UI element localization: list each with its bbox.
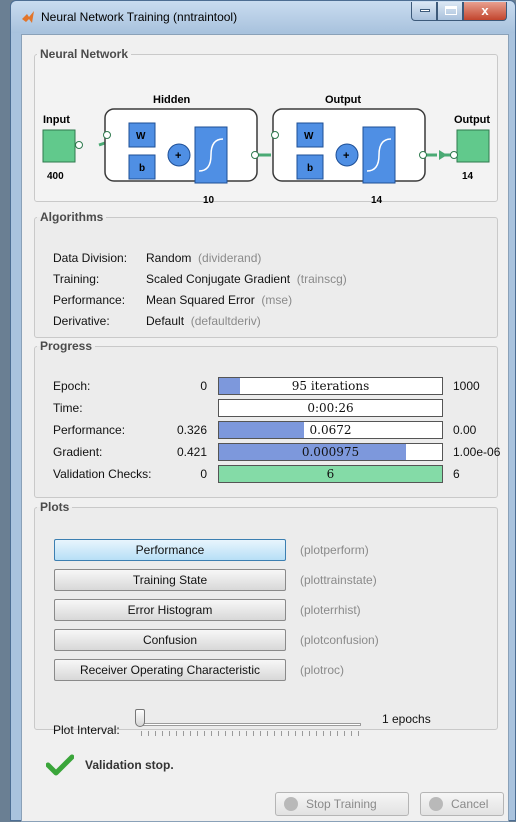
plot-error-histogram-button[interactable]: Error Histogram (54, 599, 286, 621)
progress-row-gradient: Gradient: 0.421 0.000975 1.00e-06 (35, 443, 501, 461)
minimize-icon (420, 9, 430, 12)
plot-function-name: (plottrainstate) (300, 573, 377, 587)
row-label: Training: (53, 272, 100, 286)
cancel-icon (429, 797, 443, 811)
progress-row-performance: Performance: 0.326 0.0672 0.00 (35, 421, 497, 439)
plot-performance-button[interactable]: Performance (54, 539, 286, 561)
plot-interval-slider-thumb[interactable] (135, 709, 145, 727)
row-label: Performance: (53, 293, 126, 307)
hidden-b-label: b (139, 163, 145, 174)
row-current-value: 0.0672 (309, 423, 352, 437)
plot-interval-value: 1 epochs (382, 712, 431, 726)
progress-panel: Progress Epoch: 0 95 iterations 1000 Tim… (34, 339, 501, 498)
hidden-w-label: W (136, 131, 146, 142)
button-label: Stop Training (306, 797, 377, 811)
row-start-value: 0 (200, 467, 207, 481)
plot-function-name: (plotroc) (300, 663, 345, 677)
plot-interval-slider-track[interactable] (139, 723, 361, 726)
row-end-value: 6 (453, 467, 460, 481)
plot-roc-button[interactable]: Receiver Operating Characteristic (54, 659, 286, 681)
window-controls: x (411, 2, 507, 22)
stop-training-button[interactable]: Stop Training (275, 792, 409, 816)
progress-row-time: Time: 0:00:26 (35, 399, 497, 417)
network-diagram: Input 400 Hidden W b + 10 Output W b + 1… (42, 94, 490, 206)
button-label: Cancel (451, 797, 489, 811)
row-label: Derivative: (53, 314, 110, 328)
row-value: Default (defaultderiv) (146, 314, 261, 328)
row-value: Random (dividerand) (146, 251, 262, 265)
epoch-progress-bar: 95 iterations (218, 377, 443, 395)
row-current-value: 6 (326, 467, 335, 481)
window-title: Neural Network Training (nntraintool) (41, 10, 238, 24)
neural-network-panel: Neural Network Input 400 Hidden W b + 10… (34, 47, 498, 206)
row-label: Performance: (53, 423, 126, 437)
row-current-value: 95 iterations (291, 379, 370, 393)
performance-progress-bar: 0.0672 (218, 421, 443, 439)
output-block (456, 129, 490, 163)
row-start-value: 0.421 (176, 445, 207, 459)
row-label: Epoch: (53, 379, 91, 393)
time-display: 0:00:26 (218, 399, 443, 417)
checkmark-icon (46, 754, 74, 776)
row-current-value: 0.000975 (301, 445, 360, 459)
algorithms-panel: Algorithms Data Division: Random (divide… (34, 210, 498, 338)
app-window: Neural Network Training (nntraintool) x … (10, 0, 516, 822)
row-current-value: 0:00:26 (307, 401, 354, 415)
plot-confusion-button[interactable]: Confusion (54, 629, 286, 651)
input-block (42, 129, 76, 163)
row-label: Validation Checks: (53, 467, 152, 481)
output-w-label: W (304, 131, 314, 142)
plot-function-name: (plotperform) (300, 543, 369, 557)
output-layer-size: 14 (371, 195, 383, 206)
maximize-button[interactable] (437, 2, 463, 21)
input-label: Input (43, 114, 70, 126)
hidden-plus: + (175, 150, 181, 162)
input-size: 400 (47, 171, 64, 182)
validation-checks-progress-bar: 6 (218, 465, 443, 483)
slider-ticks (141, 731, 359, 736)
panel-title: Algorithms (40, 210, 104, 224)
row-label: Data Division: (53, 251, 128, 265)
output-layer-label: Output (325, 94, 361, 106)
plot-interval-label: Plot Interval: (53, 723, 120, 737)
row-start-value: 0 (200, 379, 207, 393)
plots-panel: Plots Performance (plotperform) Training… (34, 500, 498, 737)
hidden-label: Hidden (153, 94, 191, 106)
plot-function-name: (plotconfusion) (300, 633, 379, 647)
panel-title: Plots (40, 500, 70, 514)
close-icon: x (481, 3, 489, 18)
progress-row-epoch: Epoch: 0 95 iterations 1000 (35, 377, 497, 395)
maximize-icon (445, 6, 457, 15)
output-label: Output (454, 114, 490, 126)
title-bar[interactable]: Neural Network Training (nntraintool) x (11, 1, 515, 33)
row-label: Gradient: (53, 445, 103, 459)
output-b-label: b (307, 163, 313, 174)
row-value: Mean Squared Error (mse) (146, 293, 293, 307)
progress-row-validation-checks: Validation Checks: 0 6 6 (35, 465, 497, 483)
minimize-button[interactable] (411, 2, 437, 21)
close-button[interactable]: x (463, 2, 507, 21)
status-message: Validation stop. (85, 758, 174, 772)
gradient-progress-bar: 0.000975 (218, 443, 443, 461)
row-value: Scaled Conjugate Gradient (trainscg) (146, 272, 347, 286)
matlab-logo-icon (22, 11, 34, 23)
output-size: 14 (462, 171, 474, 182)
stop-icon (284, 797, 298, 811)
cancel-button[interactable]: Cancel (420, 792, 504, 816)
client-area: Neural Network Input 400 Hidden W b + 10… (21, 34, 509, 822)
plot-function-name: (ploterrhist) (300, 603, 361, 617)
plot-training-state-button[interactable]: Training State (54, 569, 286, 591)
output-plus: + (343, 150, 349, 162)
hidden-size: 10 (203, 195, 215, 206)
row-label: Time: (53, 401, 83, 415)
row-start-value: 0.326 (176, 423, 207, 437)
row-end-value: 1000 (453, 379, 480, 393)
panel-title: Progress (40, 339, 93, 353)
row-end-value: 0.00 (453, 423, 477, 437)
panel-title: Neural Network (40, 47, 129, 61)
row-end-value: 1.00e-06 (453, 445, 501, 459)
